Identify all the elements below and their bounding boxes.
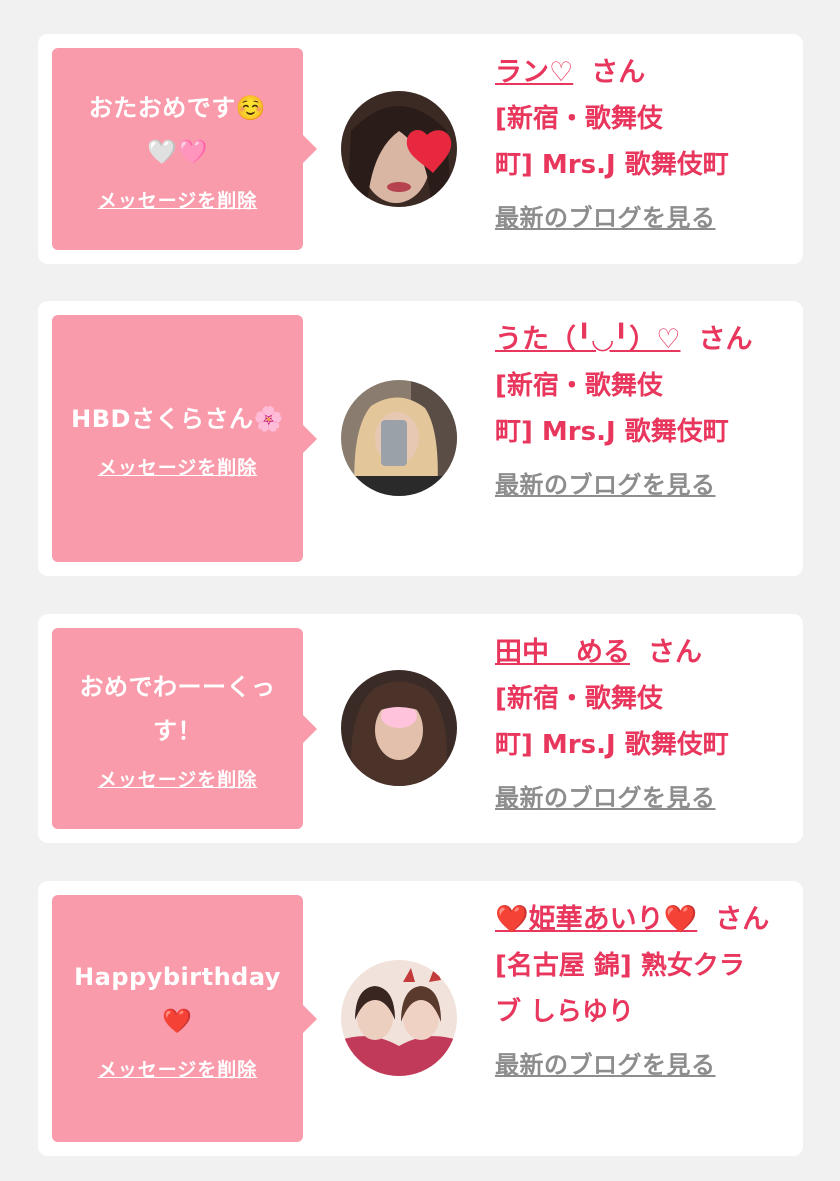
shop-line: ブ しらゆり: [495, 997, 635, 1027]
delete-message-link[interactable]: メッセージを削除: [98, 186, 258, 213]
latest-blog-link[interactable]: 最新のブログを見る: [495, 465, 716, 500]
avatar-photo: [341, 380, 457, 496]
message-line: Happybirthday❤️: [74, 963, 281, 1035]
sender-info: ❤️姫華あいり❤️ さん [名古屋 錦] 熟女クラ ブ しらゆり 最新のブログを見…: [495, 897, 785, 1080]
message-line: HBDさくらさん🌸: [71, 405, 284, 433]
sender-name-line: ラン♡ さん: [495, 50, 785, 96]
shop-line: [名古屋 錦] 熟女クラ: [495, 951, 745, 981]
delete-message-link[interactable]: メッセージを削除: [98, 453, 258, 480]
shop-line: [新宿・歌舞伎: [495, 104, 663, 134]
message-text: HBDさくらさん🌸: [71, 397, 284, 441]
message-bubble: おたおめです☺️ 🤍🩷 メッセージを削除: [52, 48, 317, 250]
message-card: おたおめです☺️ 🤍🩷 メッセージを削除 ラン♡ さん [新宿・歌舞伎 町] Mr…: [38, 34, 803, 264]
sender-name-link[interactable]: うた（╹◡╹）♡: [495, 324, 680, 355]
shop-name: [名古屋 錦] 熟女クラ ブ しらゆり: [495, 943, 785, 1035]
latest-blog-link[interactable]: 最新のブログを見る: [495, 198, 716, 233]
latest-blog-link[interactable]: 最新のブログを見る: [495, 1045, 716, 1080]
avatar[interactable]: [341, 91, 457, 207]
sender-info: 田中 める さん [新宿・歌舞伎 町] Mrs.J 歌舞伎町 最新のブログを見る: [495, 630, 785, 813]
shop-name: [新宿・歌舞伎 町] Mrs.J 歌舞伎町: [495, 363, 785, 455]
shop-name: [新宿・歌舞伎 町] Mrs.J 歌舞伎町: [495, 96, 785, 188]
delete-message-link[interactable]: メッセージを削除: [98, 1055, 258, 1082]
message-card: おめでわーーくっ す！ メッセージを削除 田中 める さん [新宿・歌舞伎 町] …: [38, 614, 803, 843]
shop-line: 町] Mrs.J 歌舞伎町: [495, 730, 729, 760]
message-line: す！: [153, 717, 202, 745]
message-card: HBDさくらさん🌸 メッセージを削除 うた（╹◡╹）♡ さん [新宿・歌舞伎 町]…: [38, 301, 803, 576]
avatar-photo: [341, 91, 457, 207]
shop-line: [新宿・歌舞伎: [495, 371, 663, 401]
shop-line: [新宿・歌舞伎: [495, 684, 663, 714]
message-text: Happybirthday❤️: [64, 955, 291, 1043]
message-list: おたおめです☺️ 🤍🩷 メッセージを削除 ラン♡ さん [新宿・歌舞伎 町] Mr…: [0, 0, 840, 1181]
message-text: おたおめです☺️ 🤍🩷: [89, 86, 266, 174]
avatar[interactable]: [341, 380, 457, 496]
sender-name-line: ❤️姫華あいり❤️ さん: [495, 897, 785, 943]
sender-name-link[interactable]: 田中 める: [495, 637, 630, 668]
sender-name-link[interactable]: ラン♡: [495, 57, 573, 88]
avatar[interactable]: [341, 670, 457, 786]
delete-message-link[interactable]: メッセージを削除: [98, 765, 258, 792]
shop-line: 町] Mrs.J 歌舞伎町: [495, 417, 729, 447]
latest-blog-link[interactable]: 最新のブログを見る: [495, 778, 716, 813]
sender-name-line: うた（╹◡╹）♡ さん: [495, 317, 785, 363]
avatar-photo: [341, 960, 457, 1076]
message-line: 🤍🩷: [147, 137, 208, 166]
message-text: おめでわーーくっ す！: [80, 665, 276, 753]
message-bubble: Happybirthday❤️ メッセージを削除: [52, 895, 317, 1142]
honorific: さん: [648, 637, 702, 668]
sender-name-link[interactable]: ❤️姫華あいり❤️: [495, 904, 697, 935]
honorific: さん: [591, 57, 646, 88]
shop-line: 町] Mrs.J 歌舞伎町: [495, 150, 729, 180]
sender-info: うた（╹◡╹）♡ さん [新宿・歌舞伎 町] Mrs.J 歌舞伎町 最新のブログを…: [495, 317, 785, 500]
avatar[interactable]: [341, 960, 457, 1076]
honorific: さん: [698, 324, 753, 355]
message-bubble: おめでわーーくっ す！ メッセージを削除: [52, 628, 317, 829]
shop-name: [新宿・歌舞伎 町] Mrs.J 歌舞伎町: [495, 676, 785, 768]
message-line: おめでわーーくっ: [79, 673, 276, 701]
message-bubble: HBDさくらさん🌸 メッセージを削除: [52, 315, 317, 562]
message-line: おたおめです☺️: [88, 93, 267, 122]
message-card: Happybirthday❤️ メッセージを削除 ❤️姫華あいり❤️ さん [名古…: [38, 881, 803, 1156]
honorific: さん: [715, 904, 770, 935]
sender-info: ラン♡ さん [新宿・歌舞伎 町] Mrs.J 歌舞伎町 最新のブログを見る: [495, 50, 785, 233]
sender-name-line: 田中 める さん: [495, 630, 785, 676]
avatar-photo: [341, 670, 457, 786]
